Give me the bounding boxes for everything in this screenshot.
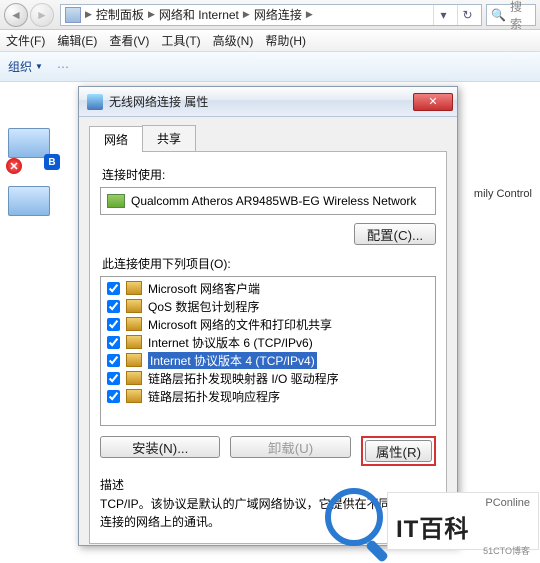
list-item[interactable]: 链路层拓扑发现映射器 I/O 驱动程序 [101, 369, 435, 387]
chevron-down-icon: ▼ [35, 62, 43, 71]
highlight-frame: 属性(R) [361, 436, 436, 466]
dialog-title: 无线网络连接 属性 [109, 93, 413, 110]
component-icon [126, 317, 142, 331]
configure-button[interactable]: 配置(C)... [354, 223, 436, 245]
adapter-name: Qualcomm Atheros AR9485WB-EG Wireless Ne… [131, 194, 416, 208]
item-checkbox[interactable] [107, 318, 120, 331]
component-icon [126, 299, 142, 313]
nav-buttons: ◄ ► [4, 3, 54, 27]
item-checkbox[interactable] [107, 354, 120, 367]
menu-view[interactable]: 查看(V) [109, 32, 149, 49]
uninstall-button: 卸载(U) [230, 436, 350, 458]
network-icons-panel: B ✕ [8, 128, 68, 244]
adapter-field: Qualcomm Atheros AR9485WB-EG Wireless Ne… [100, 187, 436, 215]
item-checkbox[interactable] [107, 336, 120, 349]
list-item[interactable]: Microsoft 网络客户端 [101, 279, 435, 297]
list-item[interactable]: QoS 数据包计划程序 [101, 297, 435, 315]
address-bar: ◄ ► ▶ 控制面板 ▶ 网络和 Internet ▶ 网络连接 ▶ ▾ ↻ 🔍… [0, 0, 540, 30]
organize-button[interactable]: 组织▼ [8, 58, 43, 75]
forward-button[interactable]: ► [30, 3, 54, 27]
refresh-icon[interactable]: ↻ [457, 5, 477, 25]
chevron-right-icon[interactable]: ▶ [85, 9, 92, 20]
menu-help[interactable]: 帮助(H) [265, 32, 306, 49]
item-checkbox[interactable] [107, 372, 120, 385]
list-item[interactable]: Internet 协议版本 6 (TCP/IPv6) [101, 333, 435, 351]
toolbar-item[interactable]: ⋯ [57, 60, 69, 74]
tab-panel: 连接时使用: Qualcomm Atheros AR9485WB-EG Wire… [89, 152, 447, 544]
list-item[interactable]: 链路层拓扑发现响应程序 [101, 387, 435, 405]
menu-bar: 文件(F) 编辑(E) 查看(V) 工具(T) 高级(N) 帮助(H) [0, 30, 540, 52]
chevron-right-icon[interactable]: ▶ [243, 9, 250, 20]
adapter-icon [107, 194, 125, 208]
description-box: 描述 TCP/IP。该协议是默认的广域网络协议，它提供在不同的相互连接的网络上的… [100, 476, 436, 531]
properties-button[interactable]: 属性(R) [365, 440, 432, 462]
properties-dialog: 无线网络连接 属性 ✕ 网络 共享 连接时使用: Qualcomm Athero… [78, 86, 458, 546]
truncated-label: mily Control [474, 188, 532, 200]
title-bar[interactable]: 无线网络连接 属性 ✕ [79, 87, 457, 117]
item-checkbox[interactable] [107, 282, 120, 295]
menu-tools[interactable]: 工具(T) [161, 32, 200, 49]
chevron-right-icon[interactable]: ▶ [148, 9, 155, 20]
description-text: TCP/IP。该协议是默认的广域网络协议，它提供在不同的相互连接的网络上的通讯。 [100, 495, 436, 531]
crumb-item[interactable]: 控制面板 [96, 6, 144, 23]
wireless-icon [87, 94, 103, 110]
component-icon [126, 353, 142, 367]
list-item[interactable]: Internet 协议版本 4 (TCP/IPv4) [101, 351, 435, 369]
crumb-item[interactable]: 网络连接 [254, 6, 302, 23]
tab-strip: 网络 共享 [89, 125, 447, 152]
search-placeholder: 搜索 [510, 0, 531, 32]
description-label: 描述 [100, 476, 436, 493]
menu-file[interactable]: 文件(F) [6, 32, 45, 49]
search-icon: 🔍 [491, 8, 506, 22]
dropdown-icon[interactable]: ▾ [433, 5, 453, 25]
menu-edit[interactable]: 编辑(E) [57, 32, 97, 49]
bluetooth-icon: B [44, 154, 60, 170]
tab-network[interactable]: 网络 [89, 126, 143, 152]
connect-using-label: 连接时使用: [102, 166, 436, 183]
network-adapter-icon[interactable]: B ✕ [8, 128, 58, 176]
items-label: 此连接使用下列项目(O): [102, 255, 436, 272]
menu-advanced[interactable]: 高级(N) [213, 32, 254, 49]
error-badge-icon: ✕ [6, 158, 22, 174]
breadcrumb[interactable]: ▶ 控制面板 ▶ 网络和 Internet ▶ 网络连接 ▶ ▾ ↻ [60, 4, 482, 26]
list-item[interactable]: Microsoft 网络的文件和打印机共享 [101, 315, 435, 333]
tab-sharing[interactable]: 共享 [142, 125, 196, 151]
location-icon [65, 7, 81, 23]
item-checkbox[interactable] [107, 300, 120, 313]
toolbar: 组织▼ ⋯ [0, 52, 540, 82]
search-input[interactable]: 🔍 搜索 [486, 4, 536, 26]
network-adapter-icon[interactable] [8, 186, 58, 234]
components-list[interactable]: Microsoft 网络客户端 QoS 数据包计划程序 Microsoft 网络… [100, 276, 436, 426]
component-icon [126, 335, 142, 349]
component-icon [126, 389, 142, 403]
chevron-right-icon[interactable]: ▶ [306, 9, 313, 20]
close-button[interactable]: ✕ [413, 93, 453, 111]
component-icon [126, 371, 142, 385]
crumb-item[interactable]: 网络和 Internet [159, 6, 239, 23]
item-checkbox[interactable] [107, 390, 120, 403]
back-button[interactable]: ◄ [4, 3, 28, 27]
component-icon [126, 281, 142, 295]
install-button[interactable]: 安装(N)... [100, 436, 220, 458]
